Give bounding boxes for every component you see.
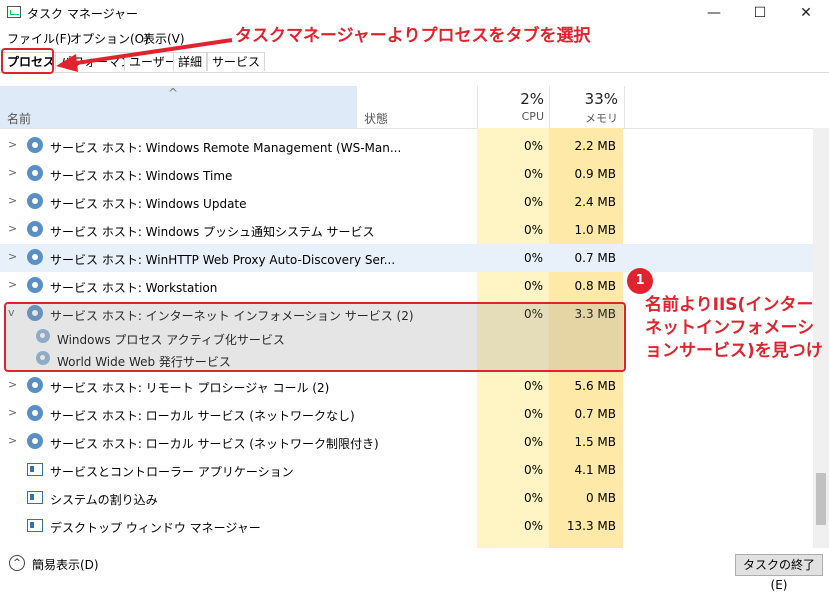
chevron-up-icon[interactable]: ^ (9, 555, 25, 571)
step-badge: 1 (627, 268, 653, 294)
annotation-arrow-icon (56, 38, 233, 72)
fewer-details-link[interactable]: 簡易表示(D) (32, 556, 99, 573)
annotation-find-iis: 名前よりIIS(インターネットインフォメーションサービス)を見つけ (645, 295, 823, 361)
footer: ^ 簡易表示(D) タスクの終了(E) (0, 550, 829, 592)
annotation-select-tab: タスクマネージャーよりプロセスをタブを選択 (235, 26, 591, 46)
end-task-button[interactable]: タスクの終了(E) (735, 554, 823, 592)
